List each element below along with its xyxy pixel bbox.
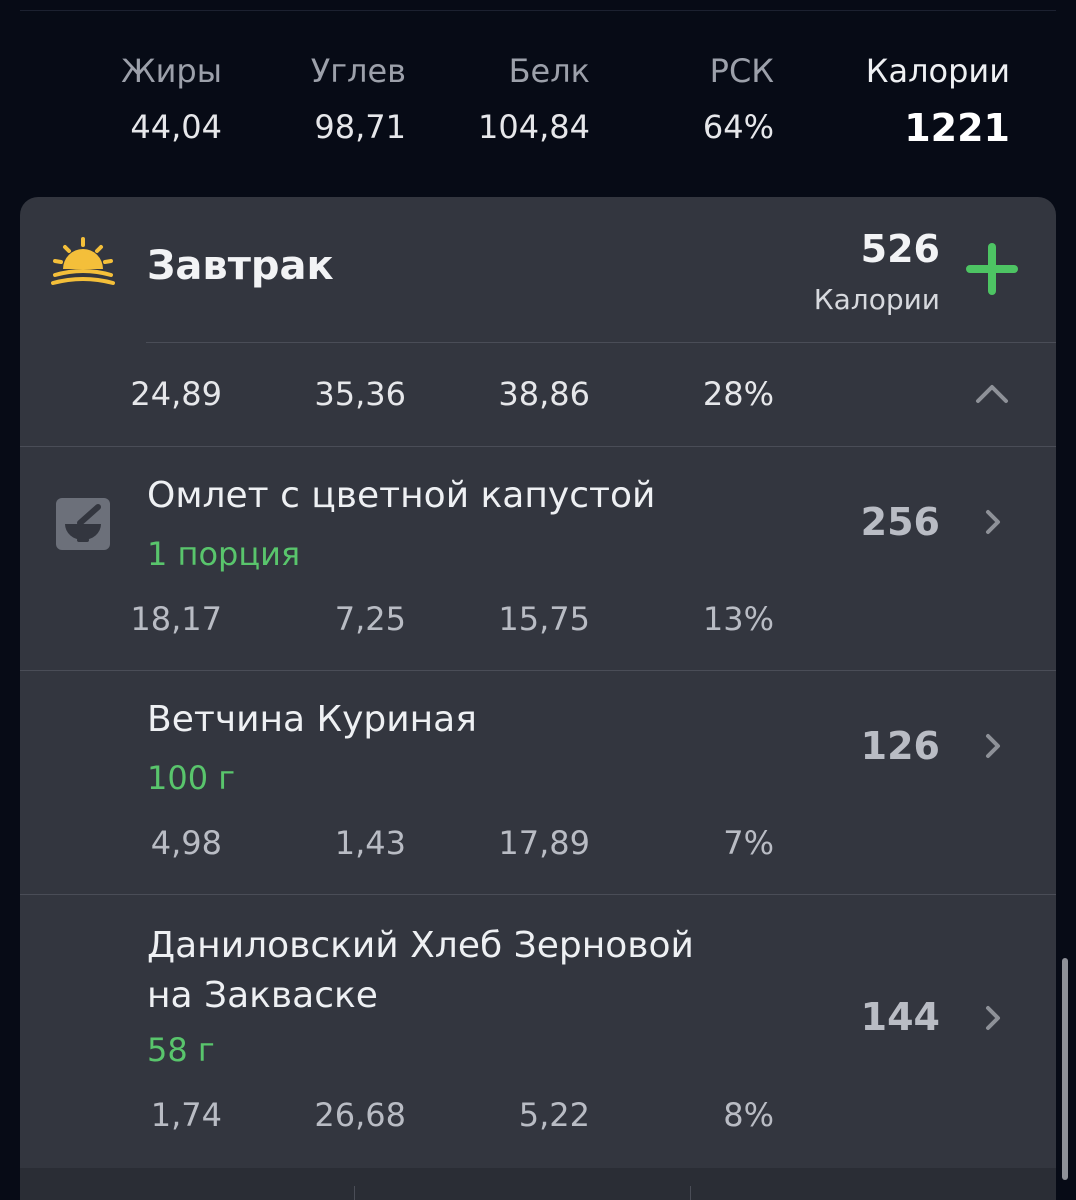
- next-section-bar: [20, 1168, 1056, 1200]
- food-rsk: 7%: [723, 824, 774, 862]
- food-calories: 126: [860, 724, 940, 768]
- food-name: Омлет с цветной капустой: [147, 471, 655, 521]
- food-protein: 5,22: [518, 1096, 590, 1134]
- food-name-line: на Закваске: [147, 975, 378, 1016]
- food-item-bread[interactable]: Даниловский Хлеб Зерновой на Закваске 58…: [20, 895, 1056, 1167]
- chevron-right-icon: [982, 731, 1004, 761]
- food-item-ham[interactable]: Ветчина Куриная 100 г 126 4,98 1,43 17,8…: [20, 671, 1056, 894]
- meal-calories-label: Калории: [813, 283, 940, 316]
- summary-calories-value: 1221: [904, 106, 1010, 150]
- add-food-button[interactable]: [964, 241, 1020, 297]
- chevron-right-icon: [982, 1003, 1004, 1033]
- divider: [690, 1186, 691, 1200]
- meal-header-divider: [146, 342, 1056, 343]
- food-portion: 1 порция: [147, 535, 301, 573]
- food-carbs: 26,68: [314, 1096, 406, 1134]
- food-calories: 144: [860, 995, 940, 1039]
- food-name-line: Омлет с цветной капустой: [147, 475, 656, 516]
- food-item-omelet[interactable]: Омлет с цветной капустой 1 порция 256 18…: [20, 447, 1056, 670]
- meal-rsk: 28%: [702, 375, 774, 413]
- food-carbs: 1,43: [334, 824, 406, 862]
- summary-calories-label: Калории: [865, 52, 1010, 90]
- food-protein: 17,89: [498, 824, 590, 862]
- food-rsk: 13%: [702, 600, 774, 638]
- sunrise-icon: [51, 237, 115, 289]
- food-fat: 4,98: [150, 824, 222, 862]
- food-fat: 1,74: [150, 1096, 222, 1134]
- recipe-bowl-icon: [56, 498, 110, 550]
- diary-screen: Жиры 44,04 Углев 98,71 Белк 104,84 РСК 6…: [0, 0, 1076, 1200]
- meal-card-breakfast: Завтрак 526 Калории 24,89 35,36 38,86 28…: [20, 197, 1056, 1200]
- chevron-up-icon[interactable]: [972, 379, 1012, 409]
- chevron-right-icon: [982, 507, 1004, 537]
- meal-calories: 526: [860, 227, 940, 271]
- food-name: Даниловский Хлеб Зерновой на Закваске: [147, 921, 694, 1021]
- food-fat: 18,17: [130, 600, 222, 638]
- meal-protein: 38,86: [498, 375, 590, 413]
- food-carbs: 7,25: [334, 600, 406, 638]
- food-portion: 58 г: [147, 1031, 215, 1069]
- meal-carbs: 35,36: [314, 375, 406, 413]
- daily-summary: Жиры 44,04 Углев 98,71 Белк 104,84 РСК 6…: [0, 0, 1076, 190]
- meal-fat: 24,89: [130, 375, 222, 413]
- food-name: Ветчина Куриная: [147, 695, 477, 745]
- food-rsk: 8%: [723, 1096, 774, 1134]
- food-portion: 100 г: [147, 759, 236, 797]
- food-calories: 256: [860, 500, 940, 544]
- food-name-line: Даниловский Хлеб Зерновой: [147, 925, 694, 966]
- meal-title: Завтрак: [147, 243, 334, 289]
- summary-calories: Калории 1221: [0, 0, 1010, 190]
- food-name-line: Ветчина Куриная: [147, 699, 477, 740]
- scrollbar[interactable]: [1062, 958, 1068, 1180]
- divider: [354, 1186, 355, 1200]
- food-protein: 15,75: [498, 600, 590, 638]
